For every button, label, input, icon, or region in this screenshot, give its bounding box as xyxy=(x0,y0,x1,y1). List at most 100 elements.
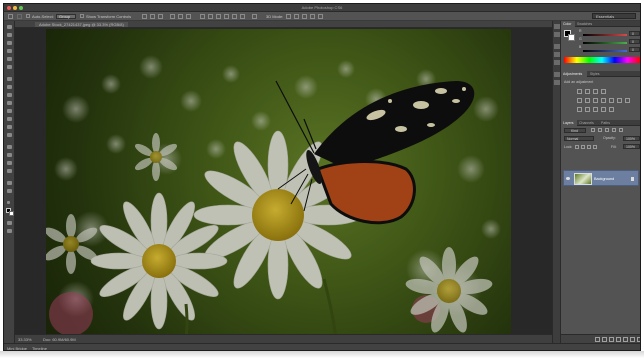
gradient-map-icon[interactable] xyxy=(609,107,614,112)
distribute-top-icon[interactable] xyxy=(200,14,205,19)
distribute-right-icon[interactable] xyxy=(240,14,245,19)
lasso-tool-icon[interactable] xyxy=(7,41,12,45)
photo-filter-icon[interactable] xyxy=(609,98,614,103)
background-color-swatch[interactable] xyxy=(9,211,14,216)
new-group-icon[interactable] xyxy=(623,337,628,342)
zoom-tool-icon[interactable] xyxy=(7,189,12,193)
vibrance-icon[interactable] xyxy=(577,98,582,103)
color-spectrum-bar[interactable] xyxy=(564,57,640,63)
visibility-eye-icon[interactable] xyxy=(566,177,570,180)
lock-all-icon[interactable] xyxy=(593,145,597,149)
eyedropper-tool-icon[interactable] xyxy=(7,65,12,69)
distribute-vcenter-icon[interactable] xyxy=(208,14,213,19)
green-value[interactable]: 0 xyxy=(629,39,640,44)
opacity-value[interactable]: 100% xyxy=(623,136,640,141)
default-colors-icon[interactable] xyxy=(7,201,12,205)
distribute-left-icon[interactable] xyxy=(224,14,229,19)
healing-brush-tool-icon[interactable] xyxy=(7,77,12,81)
3d-drag-icon[interactable] xyxy=(302,14,307,19)
panel-bg-color[interactable] xyxy=(568,34,575,41)
link-layers-icon[interactable] xyxy=(595,337,600,342)
auto-align-icon[interactable] xyxy=(252,14,257,19)
path-selection-tool-icon[interactable] xyxy=(7,161,12,165)
green-slider[interactable] xyxy=(583,42,627,44)
gradient-tool-icon[interactable] xyxy=(7,117,12,121)
new-layer-icon[interactable] xyxy=(630,337,635,342)
levels-icon[interactable] xyxy=(585,89,590,94)
tab-swatches[interactable]: Swatches xyxy=(577,22,592,26)
crop-tool-icon[interactable] xyxy=(7,57,12,61)
dodge-tool-icon[interactable] xyxy=(7,133,12,137)
eraser-tool-icon[interactable] xyxy=(7,109,12,113)
move-tool-icon[interactable] xyxy=(8,14,13,19)
posterize-icon[interactable] xyxy=(585,107,590,112)
distribute-hcenter-icon[interactable] xyxy=(232,14,237,19)
exposure-icon[interactable] xyxy=(601,89,606,94)
layer-filter-kind[interactable]: Kind xyxy=(564,128,586,133)
3d-slide-icon[interactable] xyxy=(310,14,315,19)
auto-select-checkbox[interactable] xyxy=(26,14,30,18)
zoom-level[interactable]: 33.33% xyxy=(18,337,32,342)
fill-value[interactable]: 100% xyxy=(623,144,640,149)
selective-color-icon[interactable] xyxy=(601,107,606,112)
blend-mode-dropdown[interactable]: Normal xyxy=(564,136,594,141)
rectangle-tool-icon[interactable] xyxy=(7,169,12,173)
tab-color[interactable]: Color xyxy=(563,22,571,26)
filter-pixel-icon[interactable] xyxy=(591,128,595,132)
align-right-icon[interactable] xyxy=(186,14,191,19)
lock-position-icon[interactable] xyxy=(587,145,591,149)
quick-mask-icon[interactable] xyxy=(7,221,12,225)
filter-smart-object-icon[interactable] xyxy=(619,128,623,132)
workspace-switcher[interactable]: Essentials xyxy=(592,13,636,19)
color-lookup-icon[interactable] xyxy=(625,98,630,103)
tab-layers[interactable]: Layers xyxy=(563,121,574,125)
move-tool-icon[interactable] xyxy=(7,25,12,29)
filter-adjustment-icon[interactable] xyxy=(598,128,602,132)
invert-icon[interactable] xyxy=(577,107,582,112)
tab-styles[interactable]: Styles xyxy=(590,72,600,76)
channel-mixer-icon[interactable] xyxy=(617,98,622,103)
red-slider[interactable] xyxy=(583,34,627,36)
new-adjustment-layer-icon[interactable] xyxy=(616,337,621,342)
filter-shape-icon[interactable] xyxy=(612,128,616,132)
hue-saturation-icon[interactable] xyxy=(585,98,590,103)
brush-tool-icon[interactable] xyxy=(7,85,12,89)
curves-icon[interactable] xyxy=(593,89,598,94)
align-hcenter-icon[interactable] xyxy=(178,14,183,19)
type-tool-icon[interactable] xyxy=(7,153,12,157)
3d-rotate-icon[interactable] xyxy=(286,14,291,19)
layer-style-icon[interactable] xyxy=(602,337,607,342)
hand-tool-icon[interactable] xyxy=(7,181,12,185)
document-tab[interactable]: Adobe Stock_27421437.jpeg @ 33.3% (RGB/8… xyxy=(35,22,128,27)
filter-type-icon[interactable] xyxy=(605,128,609,132)
align-bottom-icon[interactable] xyxy=(158,14,163,19)
show-transform-checkbox[interactable] xyxy=(80,14,84,18)
red-value[interactable]: 0 xyxy=(629,31,640,36)
tab-adjustments[interactable]: Adjustments xyxy=(563,72,582,76)
pen-tool-icon[interactable] xyxy=(7,145,12,149)
quick-selection-tool-icon[interactable] xyxy=(7,49,12,53)
black-white-icon[interactable] xyxy=(601,98,606,103)
clone-stamp-tool-icon[interactable] xyxy=(7,93,12,97)
layer-row-background[interactable]: Background xyxy=(563,170,639,186)
marquee-tool-icon[interactable] xyxy=(7,33,12,37)
tab-channels[interactable]: Channels xyxy=(579,121,594,125)
blue-slider[interactable] xyxy=(583,50,627,52)
3d-roll-icon[interactable] xyxy=(294,14,299,19)
threshold-icon[interactable] xyxy=(593,107,598,112)
distribute-bottom-icon[interactable] xyxy=(216,14,221,19)
3d-scale-icon[interactable] xyxy=(318,14,323,19)
lock-transparent-icon[interactable] xyxy=(575,145,579,149)
blue-value[interactable]: 0 xyxy=(629,47,640,52)
brightness-contrast-icon[interactable] xyxy=(577,89,582,94)
delete-layer-icon[interactable] xyxy=(637,337,640,342)
auto-select-dropdown[interactable]: Group xyxy=(56,14,76,19)
tab-paths[interactable]: Paths xyxy=(601,121,610,125)
document-image[interactable] xyxy=(46,29,511,338)
lock-pixels-icon[interactable] xyxy=(581,145,585,149)
history-brush-tool-icon[interactable] xyxy=(7,101,12,105)
align-left-icon[interactable] xyxy=(170,14,175,19)
tool-preset-picker[interactable] xyxy=(17,14,22,19)
screen-mode-icon[interactable] xyxy=(7,229,12,233)
blur-tool-icon[interactable] xyxy=(7,125,12,129)
